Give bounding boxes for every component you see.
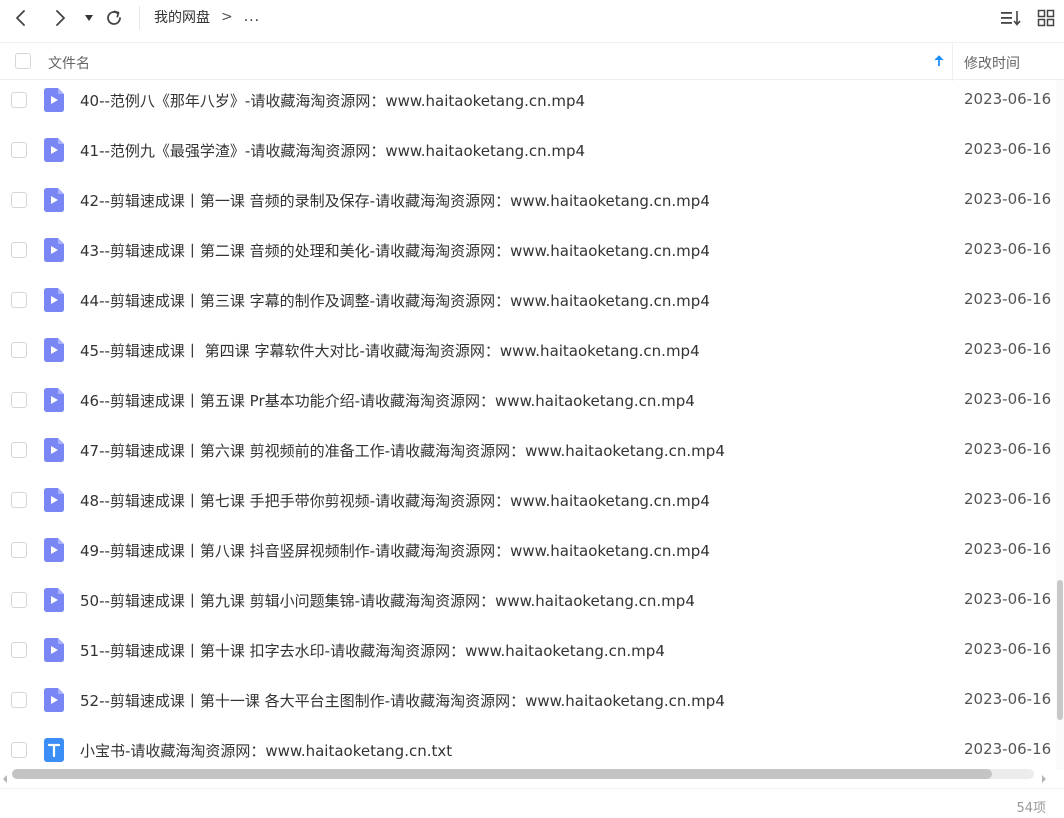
file-modified-date: 2023-06-16 (964, 490, 1052, 508)
file-list: 40--范例八《那年八岁》-请收藏海淘资源网：www.haitaoketang.… (0, 80, 1056, 770)
scroll-right-icon[interactable] (1040, 769, 1048, 783)
row-checkbox[interactable] (11, 392, 27, 408)
refresh-icon[interactable] (102, 6, 126, 30)
row-checkbox[interactable] (11, 192, 27, 208)
video-file-icon (44, 538, 64, 562)
video-file-icon (44, 88, 64, 112)
video-file-icon (44, 588, 64, 612)
horizontal-scrollbar[interactable] (0, 766, 1056, 784)
file-name[interactable]: 40--范例八《那年八岁》-请收藏海淘资源网：www.haitaoketang.… (80, 90, 585, 111)
file-row[interactable]: 49--剪辑速成课丨第八课 抖音竖屏视频制作-请收藏海淘资源网：www.hait… (0, 535, 1056, 585)
file-modified-date: 2023-06-16 (964, 690, 1052, 708)
file-row[interactable]: 44--剪辑速成课丨第三课 字幕的制作及调整-请收藏海淘资源网：www.hait… (0, 285, 1056, 335)
breadcrumb-separator: > (221, 9, 233, 25)
file-name[interactable]: 47--剪辑速成课丨第六课 剪视频前的准备工作-请收藏海淘资源网：www.hai… (80, 440, 725, 461)
file-row[interactable]: 40--范例八《那年八岁》-请收藏海淘资源网：www.haitaoketang.… (0, 85, 1056, 135)
file-modified-date: 2023-06-16 (964, 90, 1052, 108)
item-count: 54项 (1016, 801, 1046, 816)
file-name[interactable]: 45--剪辑速成课丨 第四课 字幕软件大对比-请收藏海淘资源网：www.hait… (80, 340, 700, 361)
sort-ascending-icon[interactable] (931, 53, 947, 69)
video-file-icon (44, 188, 64, 212)
back-icon[interactable] (9, 6, 33, 30)
video-file-icon (44, 638, 64, 662)
file-modified-date: 2023-06-16 (964, 590, 1052, 608)
row-checkbox[interactable] (11, 642, 27, 658)
row-checkbox[interactable] (11, 342, 27, 358)
column-divider[interactable] (952, 43, 953, 81)
file-row[interactable]: 46--剪辑速成课丨第五课 Pr基本功能介绍-请收藏海淘资源网：www.hait… (0, 385, 1056, 435)
file-modified-date: 2023-06-16 (964, 240, 1052, 258)
file-modified-date: 2023-06-16 (964, 740, 1052, 758)
file-modified-date: 2023-06-16 (964, 540, 1052, 558)
row-checkbox[interactable] (11, 692, 27, 708)
row-checkbox[interactable] (11, 592, 27, 608)
file-modified-date: 2023-06-16 (964, 190, 1052, 208)
file-row[interactable]: 42--剪辑速成课丨第一课 音频的录制及保存-请收藏海淘资源网：www.hait… (0, 185, 1056, 235)
row-checkbox[interactable] (11, 442, 27, 458)
video-file-icon (44, 438, 64, 462)
file-modified-date: 2023-06-16 (964, 340, 1052, 358)
file-name[interactable]: 49--剪辑速成课丨第八课 抖音竖屏视频制作-请收藏海淘资源网：www.hait… (80, 540, 710, 561)
file-name[interactable]: 小宝书-请收藏海淘资源网：www.haitaoketang.cn.txt (80, 740, 452, 761)
row-checkbox[interactable] (11, 242, 27, 258)
history-dropdown-icon[interactable] (77, 6, 101, 30)
row-checkbox[interactable] (11, 292, 27, 308)
video-file-icon (44, 238, 64, 262)
file-row[interactable]: 47--剪辑速成课丨第六课 剪视频前的准备工作-请收藏海淘资源网：www.hai… (0, 435, 1056, 485)
footer-divider (0, 788, 1064, 789)
toolbar-divider (139, 6, 140, 30)
grid-view-icon[interactable] (1035, 7, 1057, 29)
video-file-icon (44, 288, 64, 312)
row-checkbox[interactable] (11, 92, 27, 108)
file-modified-date: 2023-06-16 (964, 390, 1052, 408)
file-row[interactable]: 50--剪辑速成课丨第九课 剪辑小问题集锦-请收藏海淘资源网：www.haita… (0, 585, 1056, 635)
row-checkbox[interactable] (11, 742, 27, 758)
video-file-icon (44, 138, 64, 162)
file-modified-date: 2023-06-16 (964, 640, 1052, 658)
file-list-header: 文件名 修改时间 (0, 42, 1064, 81)
file-row[interactable]: 43--剪辑速成课丨第二课 音频的处理和美化-请收藏海淘资源网：www.hait… (0, 235, 1056, 285)
file-row[interactable]: 41--范例九《最强学渣》-请收藏海淘资源网：www.haitaoketang.… (0, 135, 1056, 185)
file-row[interactable]: 45--剪辑速成课丨 第四课 字幕软件大对比-请收藏海淘资源网：www.hait… (0, 335, 1056, 385)
breadcrumb-root[interactable]: 我的网盘 (154, 7, 210, 27)
file-modified-date: 2023-06-16 (964, 440, 1052, 458)
video-file-icon (44, 388, 64, 412)
scroll-left-icon[interactable] (1, 769, 9, 783)
select-all-checkbox[interactable] (15, 53, 31, 69)
horizontal-scrollbar-thumb[interactable] (12, 769, 992, 779)
row-checkbox[interactable] (11, 542, 27, 558)
file-row[interactable]: 48--剪辑速成课丨第七课 手把手带你剪视频-请收藏海淘资源网：www.hait… (0, 485, 1056, 535)
file-name[interactable]: 41--范例九《最强学渣》-请收藏海淘资源网：www.haitaoketang.… (80, 140, 585, 161)
file-row[interactable]: 52--剪辑速成课丨第十一课 各大平台主图制作-请收藏海淘资源网：www.hai… (0, 685, 1056, 735)
file-row[interactable]: 小宝书-请收藏海淘资源网：www.haitaoketang.cn.txt 202… (0, 735, 1056, 770)
file-name[interactable]: 46--剪辑速成课丨第五课 Pr基本功能介绍-请收藏海淘资源网：www.hait… (80, 390, 695, 411)
breadcrumb: 我的网盘 > ... (154, 7, 260, 27)
vertical-scrollbar-thumb[interactable] (1057, 580, 1063, 720)
video-file-icon (44, 488, 64, 512)
file-name[interactable]: 50--剪辑速成课丨第九课 剪辑小问题集锦-请收藏海淘资源网：www.haita… (80, 590, 695, 611)
video-file-icon (44, 688, 64, 712)
column-header-modified-time[interactable]: 修改时间 (964, 53, 1020, 73)
text-file-icon (44, 738, 64, 762)
toolbar: 我的网盘 > ... (0, 0, 1064, 36)
forward-icon[interactable] (48, 6, 72, 30)
file-name[interactable]: 42--剪辑速成课丨第一课 音频的录制及保存-请收藏海淘资源网：www.hait… (80, 190, 710, 211)
breadcrumb-more[interactable]: ... (244, 9, 260, 25)
file-name[interactable]: 52--剪辑速成课丨第十一课 各大平台主图制作-请收藏海淘资源网：www.hai… (80, 690, 725, 711)
sort-list-icon[interactable] (1000, 7, 1022, 29)
file-name[interactable]: 44--剪辑速成课丨第三课 字幕的制作及调整-请收藏海淘资源网：www.hait… (80, 290, 710, 311)
file-name[interactable]: 48--剪辑速成课丨第七课 手把手带你剪视频-请收藏海淘资源网：www.hait… (80, 490, 710, 511)
file-row[interactable]: 51--剪辑速成课丨第十课 扣字去水印-请收藏海淘资源网：www.haitaok… (0, 635, 1056, 685)
row-checkbox[interactable] (11, 492, 27, 508)
file-name[interactable]: 43--剪辑速成课丨第二课 音频的处理和美化-请收藏海淘资源网：www.hait… (80, 240, 710, 261)
row-checkbox[interactable] (11, 142, 27, 158)
video-file-icon (44, 338, 64, 362)
file-modified-date: 2023-06-16 (964, 140, 1052, 158)
file-name[interactable]: 51--剪辑速成课丨第十课 扣字去水印-请收藏海淘资源网：www.haitaok… (80, 640, 665, 661)
file-modified-date: 2023-06-16 (964, 290, 1052, 308)
column-header-name[interactable]: 文件名 (48, 53, 90, 73)
